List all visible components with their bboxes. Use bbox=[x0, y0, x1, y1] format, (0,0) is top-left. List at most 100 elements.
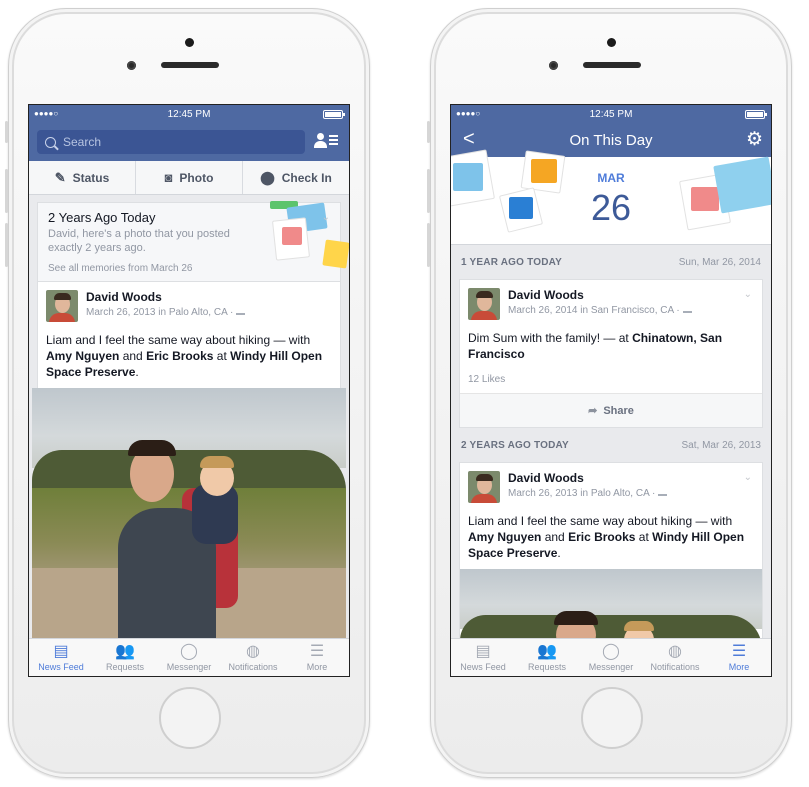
menu-icon: ☰ bbox=[731, 643, 747, 660]
memory-post-card: David Woods March 26, 2013 in Palo Alto,… bbox=[459, 462, 763, 650]
chevron-down-icon[interactable]: ⌄ bbox=[744, 472, 752, 483]
top-navbar: < On This Day ⚙ bbox=[451, 123, 771, 157]
see-all-memories-link[interactable]: See all memories from March 26 bbox=[48, 263, 193, 274]
memory-post-card: David Woods March 26, 2014 in San Franci… bbox=[459, 279, 763, 428]
earpiece-speaker bbox=[583, 62, 641, 68]
search-input[interactable]: Search bbox=[37, 130, 305, 154]
tab-notifications[interactable]: ◍ Notifications bbox=[221, 639, 285, 676]
post-header: David Woods March 26, 2013 in Palo Alto,… bbox=[46, 290, 332, 322]
status-button[interactable]: ✎ Status bbox=[29, 161, 136, 194]
post-author[interactable]: David Woods bbox=[508, 471, 667, 485]
back-chevron-icon[interactable]: < bbox=[463, 128, 475, 151]
decor-yellow-photo bbox=[322, 239, 349, 269]
camera-icon: ◙ bbox=[164, 170, 173, 185]
tab-news-feed[interactable]: ▤ News Feed bbox=[29, 639, 93, 676]
home-button[interactable] bbox=[581, 687, 643, 749]
post-meta-text: March 26, 2013 in Palo Alto, CA · bbox=[508, 488, 656, 499]
check-in-label: Check In bbox=[281, 170, 332, 185]
calendar-icon bbox=[691, 187, 719, 211]
tab-messenger[interactable]: ◯ Messenger bbox=[157, 639, 221, 676]
proximity-sensor bbox=[549, 61, 558, 70]
post-text-part: at bbox=[638, 530, 649, 544]
tagged-friend-link[interactable]: Amy Nguyen bbox=[46, 349, 119, 363]
right-screen: ●●●●○ 12:45 PM < On This Day ⚙ MAR 26 1 … bbox=[450, 104, 772, 677]
avatar[interactable] bbox=[46, 290, 78, 322]
status-bar: ●●●●○ 12:45 PM bbox=[451, 105, 771, 123]
share-button[interactable]: ➦ Share bbox=[460, 393, 762, 427]
check-in-button[interactable]: ⬤ Check In bbox=[243, 161, 349, 194]
section-header-1-year: 1 YEAR AGO TODAY Sun, Mar 26, 2014 bbox=[451, 245, 771, 279]
gear-icon[interactable]: ⚙ bbox=[746, 128, 763, 151]
avatar[interactable] bbox=[468, 288, 500, 320]
post-text-part: Dim Sum with the family! — at bbox=[468, 331, 629, 345]
photo-button[interactable]: ◙ Photo bbox=[136, 161, 243, 194]
calendar-icon bbox=[282, 227, 302, 245]
friend-requests-icon: 👥 bbox=[537, 643, 557, 660]
section-label: 2 YEARS AGO TODAY bbox=[461, 439, 569, 451]
post-text-part: Liam and I feel the same way about hikin… bbox=[468, 514, 733, 528]
tagged-friend-link[interactable]: Amy Nguyen bbox=[468, 530, 541, 544]
newsfeed-icon: ▤ bbox=[53, 643, 69, 660]
right-phone-frame: ●●●●○ 12:45 PM < On This Day ⚙ MAR 26 1 … bbox=[427, 8, 792, 778]
composer-actions: ✎ Status ◙ Photo ⬤ Check In bbox=[29, 161, 349, 195]
page-title: On This Day bbox=[569, 131, 653, 149]
location-pin-icon: ⬤ bbox=[260, 169, 275, 185]
volume-down-button bbox=[5, 223, 8, 267]
messenger-icon: ◯ bbox=[602, 643, 620, 660]
status-bar: ●●●●○ 12:45 PM bbox=[29, 105, 349, 123]
post-photo[interactable] bbox=[460, 569, 762, 649]
tagged-friend-link[interactable]: Eric Brooks bbox=[146, 349, 213, 363]
section-date: Sun, Mar 26, 2014 bbox=[678, 256, 761, 268]
post-text-part: and bbox=[544, 530, 565, 544]
post-photo[interactable] bbox=[32, 388, 346, 638]
newsfeed-icon: ▤ bbox=[475, 643, 491, 660]
globe-icon: ◍ bbox=[668, 643, 682, 660]
section-header-2-years: 2 YEARS AGO TODAY Sat, Mar 26, 2013 bbox=[451, 428, 771, 462]
tab-label: Notifications bbox=[650, 662, 700, 672]
friends-audience-icon bbox=[658, 490, 668, 496]
tagged-friend-link[interactable]: Eric Brooks bbox=[568, 530, 635, 544]
share-label: Share bbox=[603, 404, 634, 417]
proximity-sensor bbox=[127, 61, 136, 70]
post-author[interactable]: David Woods bbox=[86, 290, 245, 304]
globe-icon: ◍ bbox=[246, 643, 260, 660]
status-time: 12:45 PM bbox=[589, 108, 633, 120]
status-time: 12:45 PM bbox=[167, 108, 211, 120]
post: David Woods March 26, 2013 in Palo Alto,… bbox=[37, 282, 341, 388]
friends-audience-icon bbox=[236, 309, 246, 315]
tab-notifications[interactable]: ◍ Notifications bbox=[643, 639, 707, 676]
tab-requests[interactable]: 👥 Requests bbox=[515, 639, 579, 676]
post-meta: March 26, 2013 in Palo Alto, CA · bbox=[86, 307, 246, 318]
post-text: Liam and I feel the same way about hikin… bbox=[46, 332, 332, 380]
chevron-down-icon[interactable]: ⌄ bbox=[322, 212, 330, 223]
friends-list-icon[interactable] bbox=[313, 130, 341, 154]
tab-label: Messenger bbox=[166, 662, 212, 672]
likes-count[interactable]: 12 Likes bbox=[468, 374, 754, 385]
avatar[interactable] bbox=[468, 471, 500, 503]
tab-more[interactable]: ☰ More bbox=[707, 639, 771, 676]
post-text: Dim Sum with the family! — at Chinatown,… bbox=[468, 330, 754, 362]
section-date: Sat, Mar 26, 2013 bbox=[681, 439, 762, 451]
left-screen: ●●●●○ 12:45 PM Search ✎ Status ◙ Photo ⬤… bbox=[28, 104, 350, 677]
post: David Woods March 26, 2014 in San Franci… bbox=[460, 280, 762, 393]
post-text-part: . bbox=[557, 546, 561, 560]
chevron-down-icon[interactable]: ⌄ bbox=[744, 289, 752, 300]
tab-messenger[interactable]: ◯ Messenger bbox=[579, 639, 643, 676]
post: David Woods March 26, 2013 in Palo Alto,… bbox=[460, 463, 762, 569]
tab-bar: ▤ News Feed 👥 Requests ◯ Messenger ◍ Not… bbox=[451, 638, 771, 676]
home-button[interactable] bbox=[159, 687, 221, 749]
tab-more[interactable]: ☰ More bbox=[285, 639, 349, 676]
tab-label: More bbox=[306, 662, 328, 672]
mute-switch bbox=[427, 121, 430, 143]
tab-news-feed[interactable]: ▤ News Feed bbox=[451, 639, 515, 676]
post-header: David Woods March 26, 2014 in San Franci… bbox=[468, 288, 754, 320]
post-author[interactable]: David Woods bbox=[508, 288, 692, 302]
signal-strength-icon: ●●●●○ bbox=[34, 109, 59, 118]
tab-requests[interactable]: 👥 Requests bbox=[93, 639, 157, 676]
mute-switch bbox=[5, 121, 8, 143]
messenger-icon: ◯ bbox=[180, 643, 198, 660]
tab-label: More bbox=[728, 662, 750, 672]
memory-card[interactable]: 2 Years Ago Today David, here's a photo … bbox=[37, 201, 349, 282]
volume-up-button bbox=[5, 169, 8, 213]
menu-icon: ☰ bbox=[309, 643, 325, 660]
